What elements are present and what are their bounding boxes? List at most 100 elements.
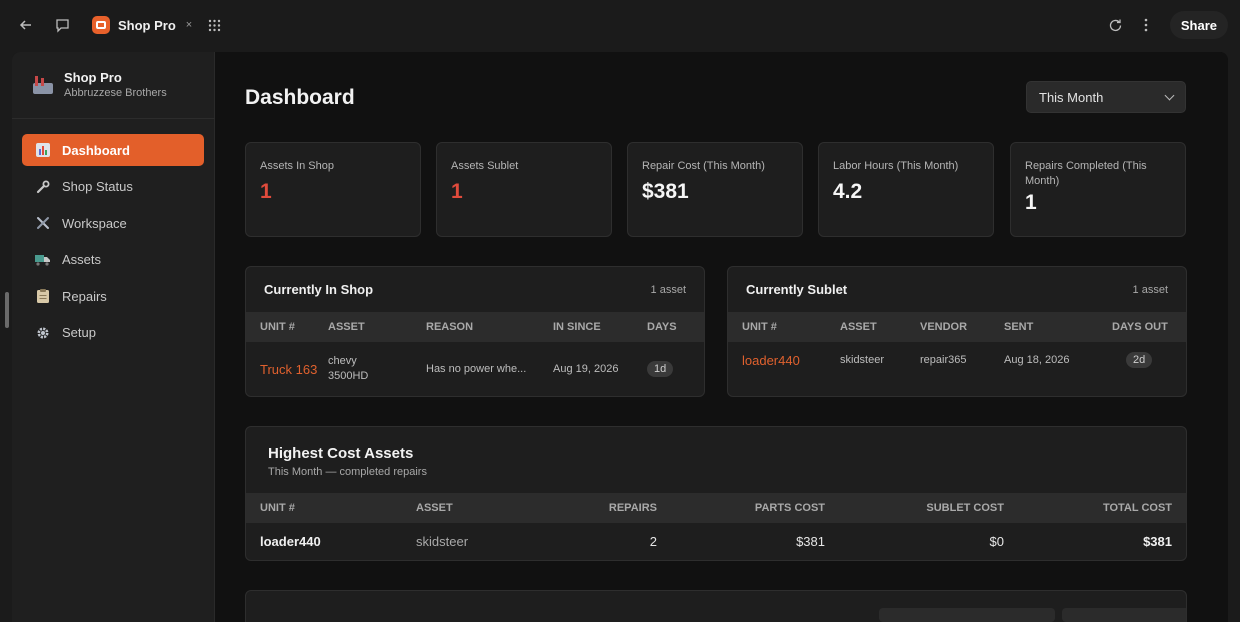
sent-cell: Aug 18, 2026 [1004,354,1070,366]
chevron-down-icon [1164,90,1175,100]
next-card-partial [245,590,1187,622]
shop-pro-logo-icon [92,16,110,34]
brand: Shop Pro Abbruzzese Brothers [32,70,167,99]
asset-cell: skidsteer [416,534,469,549]
in-since-cell: Aug 19, 2026 [553,363,619,375]
parts-cost-cell: $381 [796,534,825,549]
stat-card-labor-hours: Labor Hours (This Month) 4.2 [818,142,994,237]
highest-cost-assets-card: Highest Cost Assets This Month — complet… [245,426,1187,561]
repairs-cell: 2 [649,534,657,549]
column-header: SUBLET COST [926,502,1004,514]
sidebar-item-repairs[interactable]: Repairs [22,280,204,312]
date-range-value: This Month [1039,89,1104,105]
days-out-badge: 2d [1126,352,1153,368]
arrow-left-icon[interactable] [15,14,37,36]
tools-icon [35,216,50,231]
sidebar-item-setup[interactable]: Setup [22,317,204,349]
column-header: REPAIRS [608,502,657,514]
brand-subtitle: Abbruzzese Brothers [64,87,167,99]
currently-in-shop-card: Currently In Shop 1 asset UNIT # ASSET R… [245,266,705,397]
column-header: UNIT # [742,321,777,333]
column-header: UNIT # [260,502,295,514]
stat-value: 1 [451,180,463,203]
stat-card-assets-in-shop: Assets In Shop 1 [245,142,421,237]
sidebar-item-shop-status[interactable]: Shop Status [22,171,204,203]
stat-value: $381 [642,180,689,203]
column-header: TOTAL COST [1102,502,1172,514]
close-icon[interactable]: × [186,19,192,31]
table-row[interactable]: Truck 163 chevy 3500HD Has no power whe.… [246,342,704,396]
sidebar-nav: Dashboard Shop Status Workspace Assets R… [22,134,204,353]
card-title: Highest Cost Assets [268,445,414,462]
sidebar-item-label: Shop Status [62,179,133,194]
filter-control[interactable] [879,608,1055,622]
wrench-icon [35,179,50,194]
column-header: REASON [426,321,474,333]
refresh-icon[interactable] [1104,14,1126,36]
resize-handle[interactable] [5,292,9,328]
stat-card-repairs-completed: Repairs Completed (This Month) 1 [1010,142,1186,237]
sublet-cost-cell: $0 [989,534,1004,549]
filter-control[interactable] [1062,608,1186,622]
stat-label: Labor Hours (This Month) [833,160,959,172]
sidebar-item-assets[interactable]: Assets [22,244,204,276]
card-count: 1 asset [1132,283,1168,296]
gear-icon [35,325,50,340]
table-header: UNIT # ASSET VENDOR SENT DAYS OUT [728,312,1186,342]
browser-top-bar: Shop Pro × Share [0,0,1240,50]
reason-cell: Has no power whe... [426,363,527,375]
chat-icon[interactable] [51,14,73,36]
column-header: VENDOR [920,321,968,333]
table-header: UNIT # ASSET REASON IN SINCE DAYS [246,312,704,342]
table-row[interactable]: loader440 skidsteer 2 $381 $0 $381 [246,523,1186,560]
column-header: ASSET [328,321,365,333]
total-cost-cell: $381 [1143,534,1172,549]
table-header: UNIT # ASSET REPAIRS PARTS COST SUBLET C… [246,493,1186,523]
table-row[interactable]: loader440 skidsteer repair365 Aug 18, 20… [728,342,1186,378]
grid-icon[interactable] [203,14,225,36]
share-button[interactable]: Share [1169,11,1228,39]
unit-link[interactable]: Truck 163 [246,361,328,378]
vendor-cell: repair365 [920,354,967,366]
stat-label: Assets Sublet [451,160,519,172]
column-header: SENT [1004,321,1034,333]
column-header: DAYS [647,321,677,333]
clipboard-icon [35,289,50,304]
column-header: PARTS COST [754,502,825,514]
stat-card-repair-cost: Repair Cost (This Month) $381 [627,142,803,237]
unit-link[interactable]: loader440 [728,353,840,368]
card-count: 1 asset [650,283,686,296]
sidebar-item-label: Workspace [62,215,127,231]
truck-icon [35,252,50,267]
sidebar-item-label: Repairs [62,288,107,304]
asset-cell: skidsteer [840,354,885,366]
stat-value: 1 [1025,191,1037,214]
stat-label: Repairs Completed (This Month) [1025,160,1147,187]
sidebar: Shop Pro Abbruzzese Brothers Dashboard S… [12,52,215,622]
currently-sublet-card: Currently Sublet 1 asset UNIT # ASSET VE… [727,266,1187,397]
sidebar-item-workspace[interactable]: Workspace [22,207,204,239]
card-subtitle: This Month — completed repairs [268,466,427,478]
card-title: Currently Sublet [746,282,848,297]
stat-label: Repair Cost (This Month) [642,160,765,172]
sidebar-item-label: Assets [62,252,102,267]
main-content: Dashboard This Month Assets In Shop 1 As… [216,52,1228,622]
column-header: DAYS OUT [1112,321,1168,333]
app-tab[interactable]: Shop Pro × [92,12,192,38]
sidebar-item-label: Setup [62,325,96,340]
stat-label: Assets In Shop [260,160,334,172]
column-header: IN SINCE [553,321,601,333]
sidebar-item-label: Dashboard [62,142,130,158]
column-header: UNIT # [260,321,295,333]
stat-value: 4.2 [833,180,863,203]
date-range-select[interactable]: This Month [1026,81,1186,113]
more-vertical-icon[interactable] [1135,14,1157,36]
unit-cell[interactable]: loader440 [246,534,416,549]
stat-value: 1 [260,180,272,203]
sidebar-item-dashboard[interactable]: Dashboard [22,134,204,166]
stat-card-assets-sublet: Assets Sublet 1 [436,142,612,237]
app-tab-title: Shop Pro [118,17,176,33]
sidebar-divider [12,118,215,119]
factory-logo-icon [32,74,54,96]
column-header: ASSET [840,321,877,333]
